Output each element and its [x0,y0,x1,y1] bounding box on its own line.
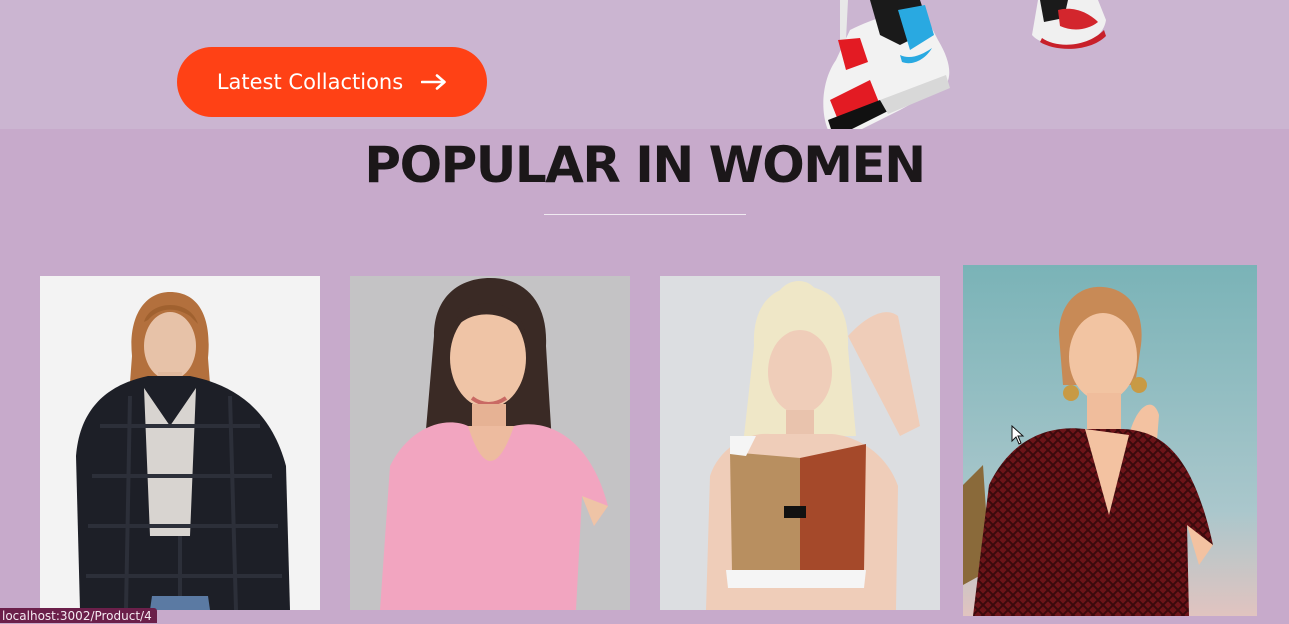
product-card-image[interactable] [40,276,320,610]
title-divider [544,214,746,215]
hero-section: Latest Collactions [0,0,1289,129]
arrow-right-icon [421,74,446,90]
sneaker-image [1032,0,1106,49]
latest-collections-button[interactable]: Latest Collactions [177,47,487,117]
product-card-image[interactable] [660,276,940,610]
product-card-image[interactable] [963,265,1257,616]
sneaker-image [823,0,950,129]
link-status-bar: localhost:3002/Product/4 [0,608,157,623]
product-card-image[interactable] [350,276,630,610]
latest-collections-label: Latest Collactions [216,70,404,94]
mouse-cursor-icon [1011,425,1025,445]
section-title: POPULAR IN WOMEN [364,136,926,194]
